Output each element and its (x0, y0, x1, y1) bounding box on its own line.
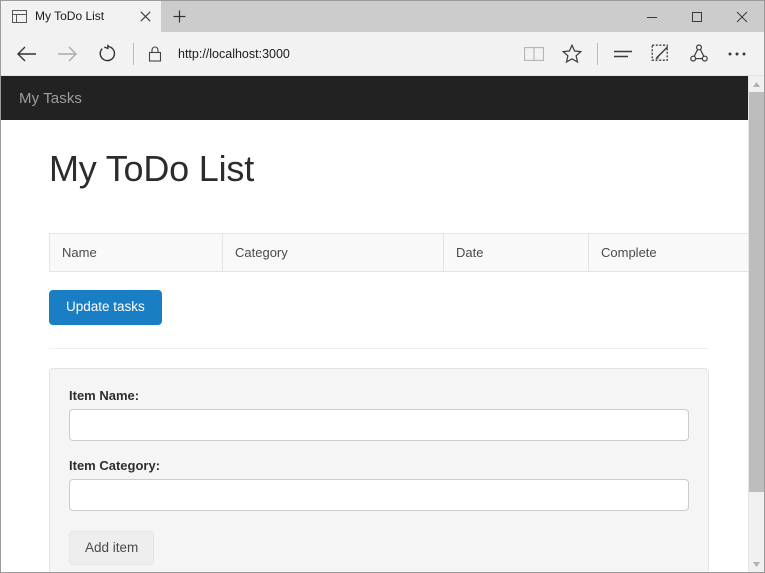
tasks-table: Name Category Date Complete (49, 233, 748, 272)
ellipsis-icon (727, 51, 747, 57)
close-icon[interactable] (135, 7, 155, 27)
window-controls (629, 1, 764, 32)
page-title: My ToDo List (49, 148, 700, 190)
favorites-button[interactable] (553, 32, 591, 75)
book-icon (524, 46, 544, 62)
scroll-up-button[interactable] (749, 76, 764, 92)
arrow-left-icon (16, 45, 38, 63)
security-indicator[interactable] (140, 45, 170, 62)
web-notes-button[interactable] (642, 32, 680, 75)
browser-tab[interactable]: My ToDo List (1, 1, 161, 32)
share-button[interactable] (680, 32, 718, 75)
settings-button[interactable] (718, 32, 756, 75)
browser-window: My ToDo List (0, 0, 765, 573)
column-header-name: Name (50, 234, 223, 272)
minimize-button[interactable] (629, 1, 674, 32)
column-header-date: Date (444, 234, 589, 272)
tab-title: My ToDo List (35, 1, 135, 32)
scroll-down-button[interactable] (749, 556, 764, 572)
forward-button[interactable] (47, 32, 87, 75)
hub-button[interactable] (604, 32, 642, 75)
back-button[interactable] (7, 32, 47, 75)
toolbar-divider-2 (597, 43, 598, 65)
close-icon (736, 11, 748, 23)
scrollbar-thumb[interactable] (749, 92, 764, 492)
toolbar-divider (133, 43, 134, 65)
column-header-category: Category (223, 234, 444, 272)
chevron-up-icon (753, 82, 760, 87)
update-tasks-button[interactable]: Update tasks (49, 290, 162, 325)
chevron-down-icon (753, 562, 760, 567)
reading-view-button[interactable] (515, 32, 553, 75)
hub-lines-icon (613, 47, 633, 61)
share-icon (690, 44, 708, 63)
column-header-complete: Complete (589, 234, 749, 272)
minimize-icon (646, 11, 658, 23)
page-window-icon (11, 9, 27, 25)
page-container: My ToDo List Name Category Date Complete… (1, 148, 748, 572)
add-item-panel: Item Name: Item Category: Add item (49, 368, 709, 573)
refresh-icon (98, 44, 117, 63)
toolbar-actions (515, 32, 764, 75)
add-item-button[interactable]: Add item (69, 531, 154, 566)
page-viewport: My Tasks My ToDo List Name Category Date… (1, 76, 764, 572)
browser-toolbar: http://localhost:3000 (1, 32, 764, 76)
new-tab-button[interactable] (161, 1, 197, 32)
maximize-button[interactable] (674, 1, 719, 32)
plus-icon (173, 10, 186, 23)
lock-icon (148, 45, 162, 62)
window-close-button[interactable] (719, 1, 764, 32)
item-name-input[interactable] (69, 409, 689, 441)
site-navbar: My Tasks (1, 76, 748, 120)
table-header-row: Name Category Date Complete (50, 234, 749, 272)
star-icon (562, 44, 582, 63)
site-brand[interactable]: My Tasks (19, 90, 82, 107)
item-category-input[interactable] (69, 479, 689, 511)
note-pencil-icon (651, 44, 671, 64)
tab-strip: My ToDo List (1, 1, 764, 32)
page-scrollbar[interactable] (748, 76, 764, 572)
item-category-label: Item Category: (69, 458, 689, 473)
page-content: My Tasks My ToDo List Name Category Date… (1, 76, 748, 572)
section-divider (49, 348, 709, 349)
maximize-icon (691, 11, 703, 23)
arrow-right-icon (56, 45, 78, 63)
address-bar-input[interactable]: http://localhost:3000 (170, 47, 515, 61)
refresh-button[interactable] (87, 32, 127, 75)
item-name-label: Item Name: (69, 388, 689, 403)
